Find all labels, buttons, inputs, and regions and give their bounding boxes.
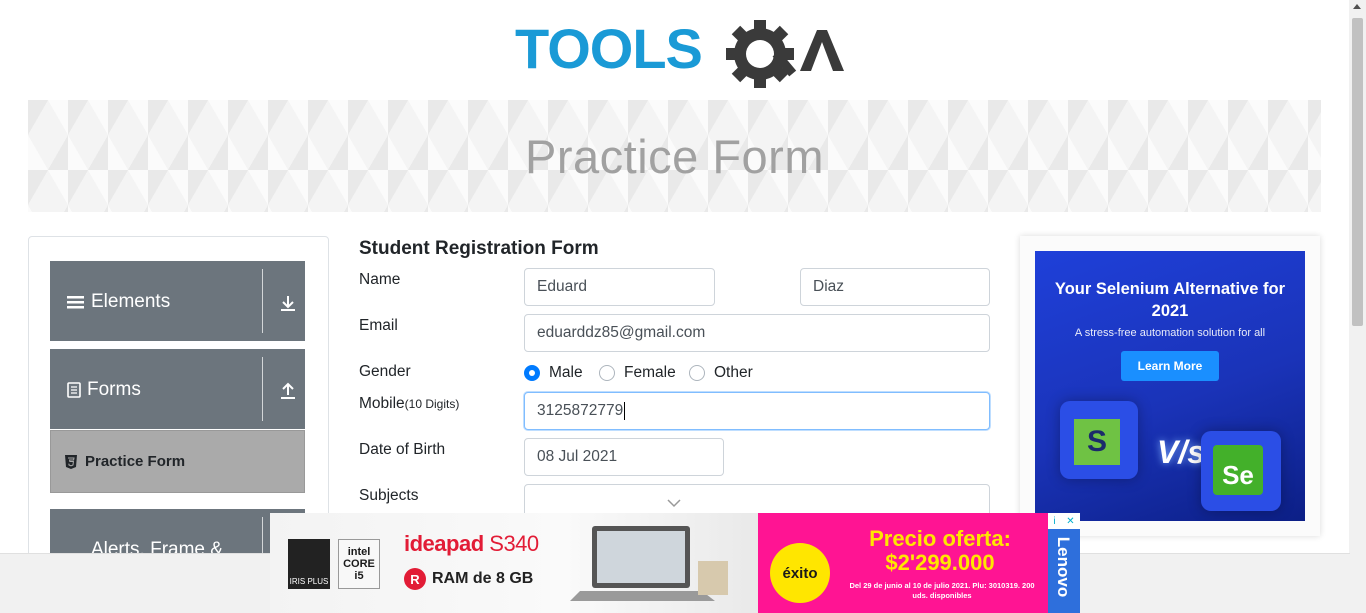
sidebar-group-forms[interactable]: Forms — [50, 349, 305, 429]
ad-choices[interactable]: i ✕ — [1048, 513, 1080, 529]
gear-icon — [726, 20, 797, 88]
scroll-up-icon[interactable] — [1353, 4, 1361, 9]
email-label: Email — [359, 317, 398, 334]
ideapad-model: S340 — [489, 531, 539, 556]
sidebar-group-label: Elements — [91, 291, 171, 312]
ram-icon: R — [404, 568, 426, 590]
radio-label: Female — [624, 364, 676, 381]
intel-text: intel — [347, 546, 371, 558]
gender-radio-female[interactable]: Female — [599, 364, 676, 382]
price-offer: Precio oferta: $2'299.000 — [850, 527, 1030, 575]
iris-plus-badge: IRIS PLUS — [288, 539, 330, 589]
sidebar-item-practice-form[interactable]: Practice Form — [50, 430, 305, 493]
email-value: eduarddz85@gmail.com — [537, 324, 706, 341]
sidebar-group-elements[interactable]: Elements — [50, 261, 305, 341]
mobile-input[interactable]: 3125872779 — [524, 392, 990, 430]
testsigma-logo-tile: S — [1060, 401, 1138, 479]
exito-logo: éxito — [770, 543, 830, 603]
subjects-label: Subjects — [359, 487, 419, 504]
lenovo-logo: Lenovo — [1054, 536, 1073, 598]
testsigma-logo: S — [1074, 419, 1120, 465]
document-icon — [67, 382, 81, 398]
ad-subtext: A stress-free automation solution for al… — [1074, 327, 1266, 339]
dob-label: Date of Birth — [359, 441, 446, 458]
ad-right[interactable]: Your Selenium Alternative for 2021 A str… — [1020, 236, 1320, 536]
toolsqa-logo[interactable]: TOOLS — [515, 16, 845, 92]
last-name-value: Diaz — [813, 278, 845, 295]
ad-info-icon[interactable]: i — [1053, 516, 1055, 527]
radio-unchecked-icon[interactable] — [599, 365, 615, 381]
page-scrollbar[interactable] — [1349, 0, 1366, 613]
first-name-input[interactable]: Eduard — [524, 268, 715, 306]
selenium-logo-tile: Se — [1201, 431, 1281, 511]
html5-icon — [65, 454, 77, 469]
chevron-down-icon[interactable] — [667, 499, 681, 508]
sidebar-item-label: Practice Form — [85, 453, 186, 470]
versus-text: V/s — [1157, 434, 1206, 470]
name-label: Name — [359, 271, 401, 288]
radio-label: Male — [549, 364, 583, 381]
logo-a-shape — [800, 30, 844, 71]
ad-headline: Your Selenium Alternative for 2021 — [1054, 280, 1286, 320]
close-icon[interactable]: ✕ — [1066, 516, 1074, 527]
hamburger-icon — [67, 296, 84, 309]
ad-right-creative[interactable]: Your Selenium Alternative for 2021 A str… — [1035, 251, 1305, 521]
logo-text-tools: TOOLS — [515, 17, 702, 80]
radio-unchecked-icon[interactable] — [689, 365, 705, 381]
selenium-logo: Se — [1213, 445, 1263, 495]
ad-exito-section: éxito Precio oferta: $2'299.000 Del 29 d… — [758, 513, 1050, 613]
mobile-hint: (10 Digits) — [404, 397, 460, 411]
dob-value: 08 Jul 2021 — [537, 448, 618, 465]
radio-checked-icon[interactable] — [524, 365, 540, 381]
form-title: Student Registration Form — [359, 238, 599, 259]
radio-label: Other — [714, 364, 753, 381]
price-offer-value: $2'299.000 — [885, 550, 995, 575]
page-banner: Practice Form — [28, 100, 1321, 212]
laptop-image — [570, 526, 728, 601]
ad-lenovo-section: IRIS PLUS intel CORE i5 ideapad S340 R R… — [270, 513, 760, 613]
text-caret — [624, 402, 626, 420]
last-name-input[interactable]: Diaz — [800, 268, 990, 306]
mobile-value: 3125872779 — [537, 402, 624, 419]
ad-fine-print: Del 29 de junio al 10 de julio 2021. Plu… — [849, 581, 1035, 600]
core-text: CORE i5 — [343, 558, 375, 582]
ideapad-brand: ideapad — [404, 531, 484, 556]
ram-spec: R RAM de 8 GB — [404, 568, 533, 590]
mobile-label-text: Mobile — [359, 395, 405, 412]
ad-bottom-banner[interactable]: IRIS PLUS intel CORE i5 ideapad S340 R R… — [270, 513, 1080, 613]
divider — [262, 357, 263, 421]
gender-radio-male[interactable]: Male — [524, 364, 583, 382]
arrow-up-icon[interactable] — [278, 381, 298, 401]
learn-more-button[interactable]: Learn More — [1121, 351, 1219, 381]
price-offer-label: Precio oferta: — [869, 526, 1011, 551]
divider — [262, 269, 263, 333]
ideapad-title: ideapad S340 — [404, 531, 539, 557]
ram-text: RAM de 8 GB — [432, 570, 534, 587]
scrollbar-thumb[interactable] — [1352, 18, 1363, 326]
sidebar-group-label: Forms — [87, 379, 141, 400]
gender-label: Gender — [359, 363, 411, 380]
email-input[interactable]: eduarddz85@gmail.com — [524, 314, 990, 352]
gender-radio-other[interactable]: Other — [689, 364, 753, 382]
first-name-value: Eduard — [537, 278, 587, 295]
date-of-birth-input[interactable]: 08 Jul 2021 — [524, 438, 724, 476]
intel-core-badge: intel CORE i5 — [338, 539, 380, 589]
mobile-label: Mobile(10 Digits) — [359, 395, 459, 413]
arrow-down-icon[interactable] — [278, 293, 298, 313]
page-title: Practice Form — [525, 129, 824, 183]
